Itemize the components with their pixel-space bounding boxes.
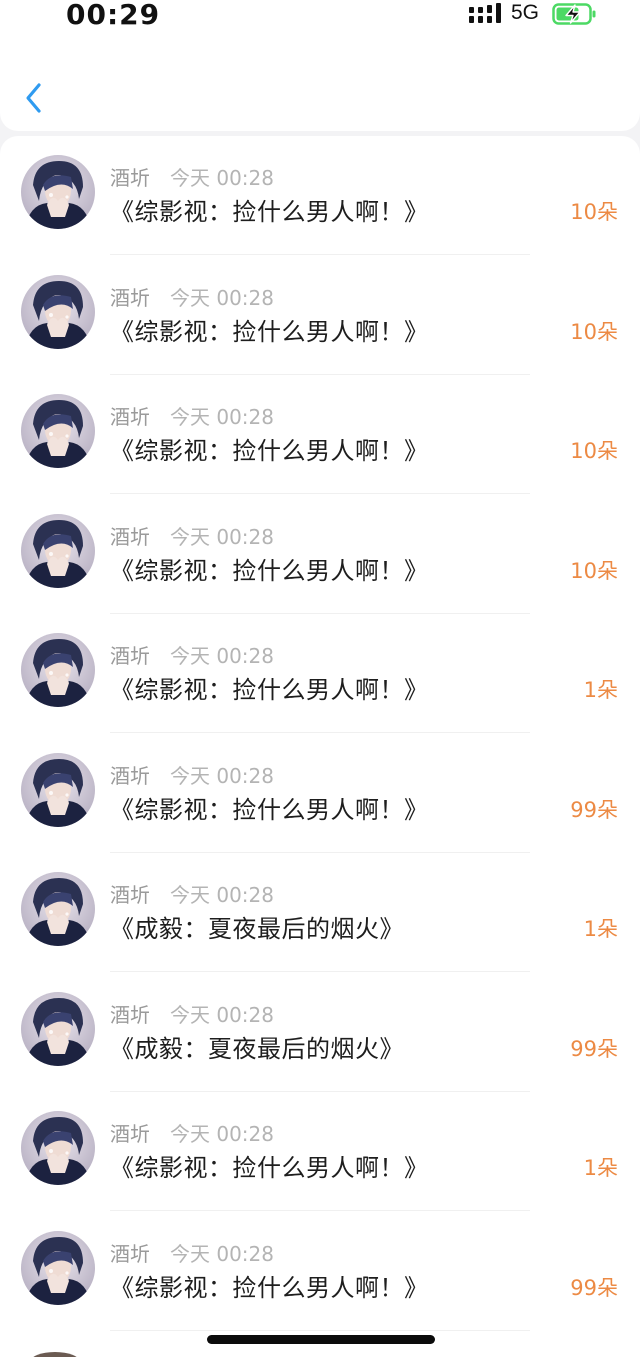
book-title[interactable]: 《综影视：捡什么男人啊！》 [110,431,429,466]
avatar[interactable] [21,155,95,229]
chevron-left-icon[interactable] [20,78,48,118]
list-item[interactable]: 酒圻 今天 00:28 《综影视：捡什么男人啊！》 10朵 [0,256,640,375]
list-item[interactable]: 酒圻 今天 00:28 《综影视：捡什么男人啊！》 10朵 [0,375,640,494]
book-title[interactable]: 《综影视：捡什么男人啊！》 [110,192,429,227]
avatar[interactable] [21,274,95,349]
gift-count: 1朵 [583,1156,618,1180]
timestamp: 今天 00:28 [170,644,274,668]
avatar[interactable] [21,394,95,468]
book-title[interactable]: 《成毅：夏夜最后的烟火》 [110,909,404,944]
home-indicator[interactable] [207,1335,435,1344]
gift-count: 99朵 [570,797,618,822]
gift-count: 99朵 [570,1275,618,1300]
book-title[interactable]: 《综影视：捡什么男人啊！》 [110,670,429,705]
username: 酒圻 [110,883,150,907]
timestamp: 今天 00:28 [170,883,274,907]
username: 酒圻 [110,1002,150,1027]
signal-bars-icon [469,3,501,23]
avatar[interactable] [21,633,95,707]
avatar[interactable] [21,513,95,588]
book-title[interactable]: 《综影视：捡什么男人啊！》 [110,1148,429,1183]
username: 酒圻 [110,524,150,549]
top-bar: 00:29 5G [0,0,640,131]
username: 酒圻 [110,1122,150,1146]
username: 酒圻 [110,763,150,788]
timestamp: 今天 00:28 [170,285,274,310]
timestamp: 今天 00:28 [170,1002,274,1027]
list-item[interactable]: 酒圻 今天 00:28 《综影视：捡什么男人啊！》 10朵 [0,136,640,255]
book-title[interactable]: 《综影视：捡什么男人啊！》 [110,312,429,347]
network-type: 5G [511,1,540,24]
gift-record-list: 酒圻 今天 00:28 《综影视：捡什么男人啊！》 10朵 酒圻 今天 00:28 《综影视… [0,136,640,1357]
gift-count: 10朵 [570,200,618,224]
gift-count: 1朵 [583,917,618,941]
book-title[interactable]: 《综影视：捡什么男人啊！》 [110,1268,429,1303]
row-divider [110,1329,530,1331]
timestamp: 今天 00:28 [170,405,274,429]
avatar[interactable] [21,1230,95,1305]
gift-count: 1朵 [583,678,618,702]
gift-count: 10朵 [570,439,618,463]
timestamp: 今天 00:28 [170,166,274,190]
username: 酒圻 [110,285,150,310]
book-title[interactable]: 《综影视：捡什么男人啊！》 [110,551,429,586]
avatar[interactable] [21,752,95,827]
avatar[interactable] [21,872,95,946]
list-item[interactable]: 酒圻 今天 00:28 《综影视：捡什么男人啊！》 1朵 [0,614,640,733]
book-title[interactable]: 《成毅：夏夜最后的烟火》 [110,1029,404,1064]
username: 酒圻 [110,1241,150,1266]
timestamp: 今天 00:28 [170,1241,274,1266]
avatar[interactable] [21,1111,95,1185]
status-time: 00:29 [66,0,161,31]
avatar[interactable] [21,991,95,1066]
gift-count: 99朵 [570,1036,618,1061]
list-item[interactable]: 酒圻 今天 00:28 《成毅：夏夜最后的烟火》 1朵 [0,853,640,972]
battery-charging-icon [552,3,596,25]
username: 酒圻 [110,166,150,190]
list-item[interactable]: 酒圻 今天 00:28 《综影视：捡什么男人啊！》 1朵 [0,1092,640,1211]
list-item[interactable]: 酒圻 今天 00:28 《综影视：捡什么男人啊！》 99朵 [0,734,640,853]
username: 酒圻 [110,644,150,668]
list-item[interactable]: 酒圻 今天 00:28 《综影视：捡什么男人啊！》 10朵 [0,495,640,614]
gift-count: 10朵 [570,558,618,583]
timestamp: 今天 00:28 [170,1122,274,1146]
list-item[interactable]: 酒圻 今天 00:28 《成毅：夏夜最后的烟火》 99朵 [0,973,640,1092]
gift-records-screen: 00:29 5G 酒圻 今天 00:28 《综影视：捡什么男人啊！》 10朵 酒圻 今天 … [0,0,640,1357]
book-title[interactable]: 《综影视：捡什么男人啊！》 [110,790,429,825]
timestamp: 今天 00:28 [170,763,274,788]
timestamp: 今天 00:28 [170,524,274,549]
list-item[interactable]: 酒圻 今天 00:28 《综影视：捡什么男人啊！》 99朵 [0,1212,640,1331]
username: 酒圻 [110,405,150,429]
gift-count: 10朵 [570,319,618,344]
